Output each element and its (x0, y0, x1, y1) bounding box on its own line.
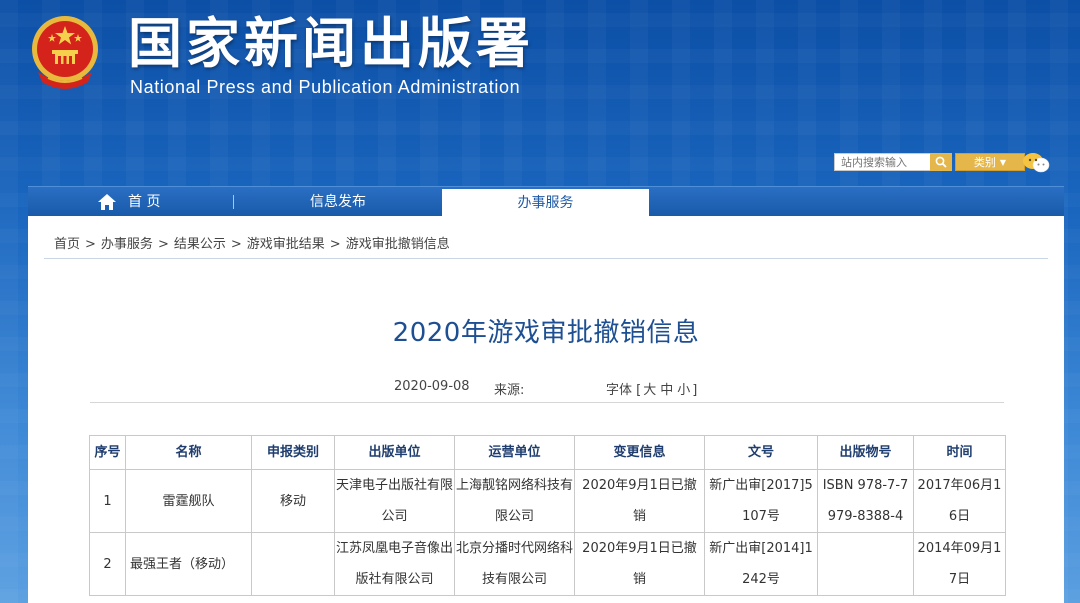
source-label: 来源: (494, 383, 525, 398)
table-cell: 2020年9月1日已撤销 (574, 532, 705, 596)
article-title: 2020年游戏审批撤销信息 (392, 318, 700, 348)
table-cell: 2014年09月17日 (913, 532, 1006, 596)
breadcrumb-separator: > (329, 237, 341, 252)
table-cell: 上海靓铭网络科技有限公司 (454, 469, 575, 533)
column-header: 名称 (125, 435, 252, 470)
table-header-row: 序号 名称 申报类别 出版单位 运营单位 变更信息 文号 出版物号 时间 (89, 435, 1006, 470)
font-size-medium[interactable]: 中 (660, 383, 673, 398)
breadcrumb-game-approval[interactable]: 游戏审批结果 (247, 237, 325, 252)
breadcrumb-results[interactable]: 结果公示 (174, 237, 226, 252)
breadcrumb-services[interactable]: 办事服务 (101, 237, 153, 252)
font-size-switcher: 字体 [大中小] (606, 383, 698, 398)
publish-date: 2020-09-08 (394, 379, 470, 394)
breadcrumb-separator: > (85, 237, 96, 252)
table-cell: 最强王者（移动） (125, 532, 252, 596)
meta-divider (90, 402, 1004, 403)
breadcrumb-separator: > (157, 237, 169, 252)
table-cell: 1 (89, 469, 126, 533)
column-header: 运营单位 (454, 435, 575, 470)
table-cell: 天津电子出版社有限公司 (334, 469, 455, 533)
main-nav: 首 页 信息发布 办事服务 (28, 186, 1064, 217)
home-icon (98, 194, 116, 210)
nav-home-label: 首 页 (128, 194, 161, 210)
table-cell: 北京分播时代网络科技有限公司 (454, 532, 575, 596)
chevron-down-icon: ▼ (999, 157, 1007, 167)
table-cell: 2020年9月1日已撤销 (574, 469, 705, 533)
national-emblem-icon (32, 16, 98, 89)
nav-item-info-release[interactable]: 信息发布 (310, 187, 366, 217)
column-header: 变更信息 (574, 435, 705, 470)
column-header: 序号 (89, 435, 126, 470)
column-header: 出版单位 (334, 435, 455, 470)
table-cell: 2 (89, 532, 126, 596)
breadcrumb-separator: > (230, 237, 242, 252)
breadcrumb-current[interactable]: 游戏审批撤销信息 (346, 237, 450, 252)
table-cell (251, 532, 335, 596)
revocation-table: 序号 名称 申报类别 出版单位 运营单位 变更信息 文号 出版物号 时间 1 雷… (89, 435, 1006, 596)
font-size-small[interactable]: 小 (677, 383, 690, 398)
search-button[interactable] (930, 153, 952, 171)
breadcrumb: 首页 > 办事服务 > 结果公示 > 游戏审批结果 > 游戏审批撤销信息 (54, 233, 450, 252)
nav-item-home[interactable]: 首 页 (98, 187, 160, 217)
table-cell: 雷霆舰队 (125, 469, 252, 533)
table-cell: 新广出审[2014]1242号 (704, 532, 818, 596)
breadcrumb-home[interactable]: 首页 (54, 237, 80, 252)
table-cell: 江苏凤凰电子音像出版社有限公司 (334, 532, 455, 596)
site-title: 国家新闻出版署 (128, 11, 534, 75)
wechat-icon[interactable] (1022, 152, 1050, 174)
search-input[interactable] (834, 153, 930, 171)
table-cell (817, 532, 914, 596)
column-header: 文号 (704, 435, 818, 470)
content-panel: 首页 > 办事服务 > 结果公示 > 游戏审批结果 > 游戏审批撤销信息 2020年游戏审批撤销… (28, 216, 1064, 603)
font-size-large[interactable]: 大 (643, 383, 656, 398)
category-label: 类别 (973, 156, 996, 169)
table-row: 2 最强王者（移动） 江苏凤凰电子音像出版社有限公司 北京分播时代网络科技有限公… (89, 532, 1006, 596)
nav-item-services[interactable]: 办事服务 (442, 189, 649, 217)
site-search: 类别 ▼ (834, 153, 1025, 171)
table-cell: 新广出审[2017]5107号 (704, 469, 818, 533)
table-row: 1 雷霆舰队 移动 天津电子出版社有限公司 上海靓铭网络科技有限公司 2020年… (89, 469, 1006, 533)
breadcrumb-divider (44, 258, 1048, 259)
table-cell: ISBN 978-7-7979-8388-4 (817, 469, 914, 533)
column-header: 出版物号 (817, 435, 914, 470)
nav-divider (233, 195, 234, 209)
font-label: 字体 (606, 383, 633, 398)
column-header: 申报类别 (251, 435, 335, 470)
site-subtitle: National Press and Publication Administr… (130, 77, 521, 97)
category-select[interactable]: 类别 ▼ (955, 153, 1025, 171)
table-cell: 2017年06月16日 (913, 469, 1006, 533)
search-icon (935, 156, 947, 168)
column-header: 时间 (913, 435, 1006, 470)
table-cell: 移动 (251, 469, 335, 533)
